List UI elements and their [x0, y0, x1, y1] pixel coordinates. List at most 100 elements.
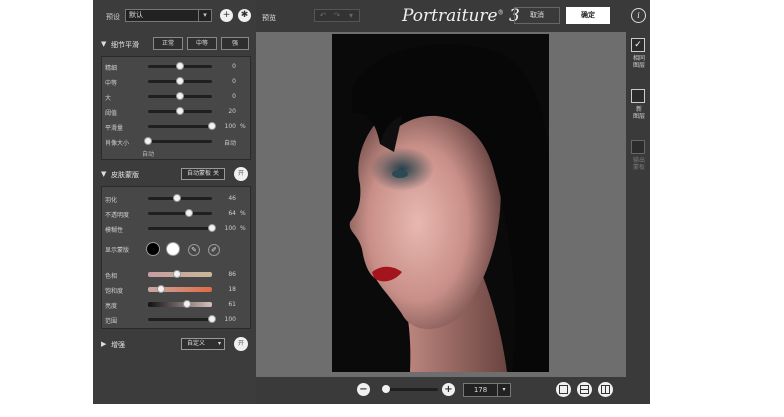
zoom-slider-knob[interactable] [382, 385, 390, 393]
slider-value[interactable]: 0 [220, 93, 236, 100]
slider-value[interactable]: 86 [220, 271, 236, 278]
preview-label[interactable]: 预览 [262, 13, 276, 23]
slider-knob[interactable] [176, 77, 184, 85]
mask-color-white-swatch[interactable] [166, 242, 180, 256]
detail-section-title: 细节平滑 [111, 41, 139, 49]
output-mask-checkbox [631, 140, 645, 154]
zoom-field[interactable]: 178 ▾ [463, 383, 511, 397]
preset-select[interactable]: 默认 ▾ [125, 9, 212, 22]
output-panel: i ✓ 相同 图层 新图层 输出 蒙板 [628, 0, 650, 377]
slider-knob[interactable] [176, 92, 184, 100]
zoom-in-button[interactable]: + [442, 383, 455, 396]
mask-section-title: 皮肤蒙版 [111, 171, 139, 179]
zoom-out-button[interactable]: − [357, 383, 370, 396]
slider-value[interactable]: 0 [220, 78, 236, 85]
slider-label: 饱和度 [105, 288, 124, 295]
eyedropper-plus-icon[interactable]: ✐ [208, 244, 220, 256]
slider-value[interactable]: 18 [220, 286, 236, 293]
preset-value: 默认 [129, 11, 143, 19]
same-layer-label-line2: 图层 [632, 62, 645, 69]
history-dropdown-icon[interactable]: ▾ [344, 11, 358, 21]
slider-knob[interactable] [183, 300, 192, 308]
mode-strong-button[interactable]: 强 [221, 37, 249, 50]
mask-toggle[interactable]: 开 [234, 167, 248, 181]
slider-knob[interactable] [184, 209, 193, 217]
mode-medium-button[interactable]: 中等 [187, 37, 217, 50]
new-layer-label-line2: 图层 [632, 113, 645, 120]
preset-settings-button[interactable]: ✱ [238, 9, 251, 22]
slider-track[interactable] [148, 194, 212, 202]
zoom-slider[interactable] [382, 385, 438, 393]
enhance-section-header[interactable]: ▶ 增强 自定义 ▾ 开 [93, 336, 256, 354]
cancel-button[interactable]: 取消 [514, 7, 560, 24]
enhance-toggle[interactable]: 开 [234, 337, 248, 351]
ok-button[interactable]: 确定 [566, 7, 610, 24]
slider-knob[interactable] [144, 137, 152, 145]
single-view-button[interactable] [556, 382, 571, 397]
slider-track[interactable] [144, 137, 212, 145]
preset-label: 预设 [106, 13, 120, 21]
slider-value[interactable]: 46 [220, 195, 236, 202]
split-vertical-view-button[interactable] [598, 382, 613, 397]
enhance-section-title: 增强 [111, 341, 125, 349]
slider-knob[interactable] [172, 270, 181, 278]
slider-row-saturation: 饱和度 18 [102, 284, 252, 296]
slider-label: 亮度 [105, 303, 118, 310]
preview-canvas[interactable] [256, 32, 626, 377]
brightness-gradient-track[interactable] [148, 300, 212, 308]
mode-normal-button[interactable]: 正常 [153, 37, 183, 50]
slider-track[interactable] [148, 62, 212, 70]
slider-track[interactable] [148, 224, 216, 232]
slider-value[interactable]: 64 [220, 210, 236, 217]
slider-track[interactable] [148, 315, 216, 323]
mask-group: 羽化 46 不透明度 64 % 模糊性 100 % 显示蒙版 ✎ ✐ 色相 86… [101, 186, 251, 329]
slider-knob[interactable] [173, 194, 182, 202]
slider-track[interactable] [148, 107, 212, 115]
slider-track[interactable] [148, 92, 212, 100]
slider-row-large: 大 0 [102, 91, 252, 103]
mask-section-header[interactable]: ▼ 皮肤蒙版 自动蒙板 关 开 [93, 166, 256, 184]
slider-value[interactable]: 0 [220, 63, 236, 70]
new-layer-label-line1: 新 [635, 106, 642, 113]
info-icon[interactable]: i [631, 8, 646, 23]
gear-icon: ✱ [240, 10, 249, 20]
slider-unit: % [240, 123, 246, 130]
slider-knob[interactable] [208, 224, 216, 232]
slider-track[interactable] [148, 209, 212, 217]
slider-unit: % [240, 225, 246, 232]
slider-track[interactable] [148, 77, 212, 85]
plus-icon: + [444, 384, 453, 395]
redo-icon[interactable]: ↷ [330, 11, 344, 21]
portrait-photo[interactable] [332, 34, 549, 372]
mask-color-black-swatch[interactable] [146, 242, 160, 256]
auto-mask-button[interactable]: 自动蒙板 关 [181, 168, 225, 180]
slider-unit: % [240, 210, 246, 217]
slider-value[interactable]: 61 [220, 301, 236, 308]
detail-section-header[interactable]: ▼ 细节平滑 正常 中等 强 [93, 36, 256, 54]
slider-knob[interactable] [176, 62, 184, 70]
slider-label: 肖像大小 [105, 140, 130, 147]
slider-knob[interactable] [176, 107, 184, 115]
undo-icon[interactable]: ↶ [316, 11, 330, 21]
slider-value[interactable]: 100 [220, 123, 236, 130]
add-preset-button[interactable]: + [220, 9, 233, 22]
slider-value[interactable]: 20 [220, 108, 236, 115]
chevron-down-icon[interactable]: ▾ [497, 384, 510, 396]
slider-value[interactable]: 100 [220, 225, 236, 232]
hue-gradient-track[interactable] [148, 270, 212, 278]
output-mask-label-line1: 输出 [632, 157, 645, 164]
slider-label: 阈值 [105, 110, 118, 117]
slider-row-portrait-size: 肖像大小 自动 [102, 136, 252, 148]
eyedropper-icon[interactable]: ✎ [188, 244, 200, 256]
split-horizontal-view-button[interactable] [577, 382, 592, 397]
slider-track[interactable] [148, 122, 216, 130]
enhance-mode-select[interactable]: 自定义 ▾ [181, 338, 225, 350]
same-layer-checkbox[interactable]: ✓ [631, 38, 645, 52]
new-layer-checkbox[interactable] [631, 89, 645, 103]
slider-knob[interactable] [208, 122, 216, 130]
slider-knob[interactable] [208, 315, 216, 323]
slider-value[interactable]: 100 [220, 316, 236, 323]
slider-row-amount: 平滑量 100 % [102, 121, 252, 133]
slider-knob[interactable] [156, 285, 165, 293]
saturation-gradient-track[interactable] [148, 285, 212, 293]
